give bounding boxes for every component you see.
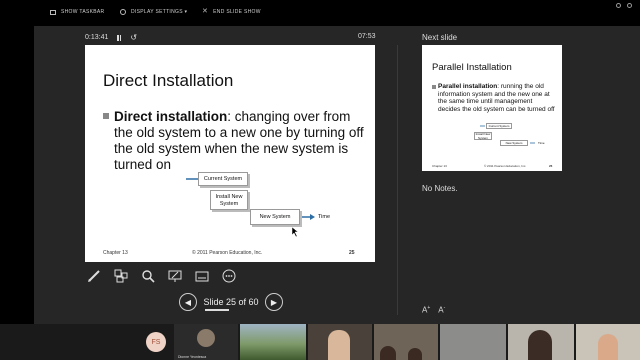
close-icon: ✕ bbox=[202, 8, 209, 15]
display-settings-button[interactable]: DISPLAY SETTINGS ▾ bbox=[120, 9, 187, 15]
participant-video bbox=[528, 330, 552, 360]
font-size-icon-increase[interactable]: A+ bbox=[422, 305, 430, 315]
avatar bbox=[197, 329, 215, 347]
speaker-notes: No Notes. bbox=[422, 184, 458, 193]
slides-grid-icon[interactable] bbox=[112, 267, 129, 284]
next-slide-label: Next slide bbox=[422, 33, 458, 42]
subtitles-icon[interactable] bbox=[193, 267, 210, 284]
next-installation-diagram: Current System Install New System New Sy… bbox=[474, 123, 560, 153]
bullet-term: Direct installation bbox=[114, 109, 228, 124]
progress-underline bbox=[205, 309, 229, 311]
installation-diagram: Current System Install New System New Sy… bbox=[180, 169, 350, 241]
participant-tile-7[interactable] bbox=[576, 324, 640, 360]
participant-video bbox=[328, 330, 350, 360]
pen-icon[interactable] bbox=[85, 267, 102, 284]
current-system-box: Current System bbox=[198, 172, 248, 186]
slide-counter-text: Slide 25 of 60 bbox=[203, 297, 259, 307]
participant-tile-5[interactable] bbox=[440, 324, 506, 360]
cursor-icon bbox=[292, 227, 299, 237]
participant-tile-2[interactable] bbox=[240, 324, 306, 360]
pointer-icon[interactable] bbox=[166, 267, 183, 284]
next-current-system-box: Current System bbox=[486, 123, 512, 129]
clock: 07:53 bbox=[358, 33, 376, 40]
presenter-toolbar: SHOW TASKBAR DISPLAY SETTINGS ▾ ✕ END SL… bbox=[0, 0, 640, 26]
window-controls bbox=[616, 3, 632, 8]
display-settings-label: DISPLAY SETTINGS ▾ bbox=[131, 9, 188, 15]
font-size-icon-decrease[interactable]: A- bbox=[438, 305, 445, 315]
new-system-box: New System bbox=[250, 209, 300, 225]
participant-video bbox=[380, 346, 396, 360]
next-new-system-box: New System bbox=[500, 140, 528, 146]
end-slide-show-label: END SLIDE SHOW bbox=[213, 9, 261, 15]
window-button-1[interactable] bbox=[616, 3, 621, 8]
next-footer-chapter: Chapter 13 bbox=[432, 164, 447, 168]
avatar[interactable]: FS bbox=[146, 332, 166, 352]
slide-footer-copyright: © 2011 Pearson Education, Inc. bbox=[192, 250, 263, 256]
slide-bullet: Direct installation: changing over from … bbox=[114, 109, 366, 173]
taskbar-icon bbox=[50, 9, 56, 15]
participant-name: Dionne Yeontesca bbox=[178, 355, 207, 359]
time-label: Time bbox=[318, 214, 331, 220]
slide-footer-number: 25 bbox=[349, 250, 355, 256]
next-slide-title: Parallel Installation bbox=[432, 62, 512, 73]
next-footer-number: 26 bbox=[549, 164, 553, 168]
next-bullet-term: Parallel installation bbox=[438, 83, 498, 90]
slide-footer-chapter: Chapter 13 bbox=[103, 250, 128, 256]
participant-video bbox=[408, 348, 422, 360]
next-time-label: Time bbox=[538, 141, 545, 145]
elapsed-time: 0:13:41 bbox=[85, 34, 109, 41]
next-bullet-marker bbox=[432, 85, 436, 89]
participant-tile-3[interactable] bbox=[308, 324, 372, 360]
pane-divider[interactable] bbox=[397, 45, 398, 315]
show-taskbar-button[interactable]: SHOW TASKBAR bbox=[50, 9, 104, 15]
prev-icon[interactable]: ◀ bbox=[179, 293, 197, 311]
video-gallery: Dionne Yeontesca bbox=[0, 324, 640, 360]
participant-video bbox=[598, 334, 618, 360]
font-size-controls: A+ A- bbox=[422, 305, 445, 315]
next-slide-preview[interactable]: Parallel Installation Parallel installat… bbox=[422, 45, 562, 171]
slide-title: Direct Installation bbox=[103, 71, 234, 90]
gear-icon bbox=[120, 9, 126, 15]
install-new-system-box: Install New System bbox=[210, 190, 248, 210]
next-icon[interactable]: ▶ bbox=[265, 293, 283, 311]
participant-tile-1[interactable]: Dionne Yeontesca bbox=[174, 324, 238, 360]
current-slide: Direct Installation Direct installation:… bbox=[85, 45, 375, 262]
show-taskbar-label: SHOW TASKBAR bbox=[61, 9, 105, 15]
end-slide-show-button[interactable]: ✕ END SLIDE SHOW bbox=[202, 8, 261, 15]
pause-icon[interactable] bbox=[117, 34, 122, 41]
more-icon[interactable] bbox=[220, 267, 237, 284]
participant-tile-4[interactable] bbox=[374, 324, 438, 360]
slide-navigation: ◀ Slide 25 of 60 ▶ bbox=[179, 293, 283, 311]
presenter-tools bbox=[85, 267, 237, 284]
timer: 0:13:41 ↺ bbox=[85, 33, 137, 42]
participant-tile-6[interactable] bbox=[508, 324, 574, 360]
zoom-icon[interactable] bbox=[139, 267, 156, 284]
slide-counter[interactable]: Slide 25 of 60 bbox=[203, 297, 259, 311]
reset-timer-icon[interactable]: ↺ bbox=[130, 33, 137, 42]
next-install-box: Install New System bbox=[474, 132, 492, 140]
next-slide-bullet: Parallel installation: running the old i… bbox=[438, 83, 556, 113]
window-button-2[interactable] bbox=[627, 3, 632, 8]
next-footer-copyright: © 2011 Pearson Education, Inc. bbox=[484, 164, 527, 168]
